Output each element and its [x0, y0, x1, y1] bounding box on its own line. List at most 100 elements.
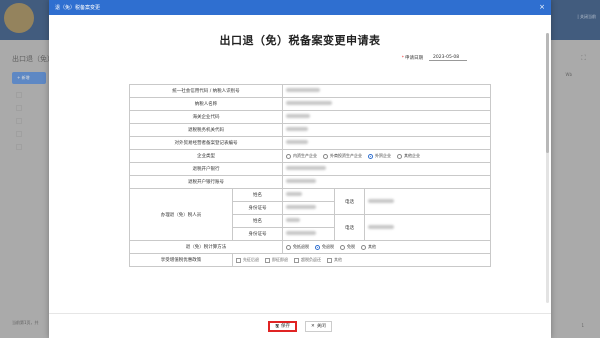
- save-button-label: 保存: [281, 324, 291, 329]
- checkbox-box: [294, 257, 299, 263]
- checkbox-box: [327, 257, 332, 263]
- handler-2-id-label: 身份证号: [232, 227, 283, 241]
- bank-account-label: 退税开户银行账号: [129, 175, 283, 189]
- calc-method-options: 免抵退税 免退税 免税 其他: [281, 240, 492, 254]
- table-row: 退税开户银行: [129, 162, 492, 176]
- incentive-checkbox-3[interactable]: 其他: [327, 257, 342, 263]
- radio-label: 其他: [368, 244, 376, 249]
- save-icon: 🖫: [275, 324, 280, 329]
- checkbox-label: 先征后退: [243, 257, 259, 262]
- incentive-checkbox-1[interactable]: 即征即退: [265, 257, 288, 263]
- customs-code-label: 海关企业代码: [129, 110, 283, 124]
- handler-1-id-label: 身份证号: [232, 201, 283, 215]
- table-row: 享受增值税优惠政策 先征后退 即征即退 超税负返还 其他: [129, 253, 492, 267]
- radio-circle: [340, 244, 345, 250]
- tax-authority-label: 退税税务机关代码: [129, 123, 283, 137]
- handler-1-id-value[interactable]: [282, 201, 335, 215]
- enterprise-type-radio-3[interactable]: 其他企业: [397, 153, 420, 159]
- handler-1-name-value[interactable]: [282, 188, 335, 202]
- bank-value[interactable]: [281, 162, 492, 176]
- handler-2-id-value[interactable]: [282, 227, 335, 241]
- radio-label: 内资生产企业: [293, 153, 317, 158]
- table-row: 对外贸易经营者备案登记表编号: [129, 136, 492, 150]
- calc-method-radio-3[interactable]: 其他: [361, 244, 376, 250]
- enterprise-type-options: 内资生产企业 外商投资生产企业 外贸企业 其他企业: [281, 149, 492, 163]
- pagination-page[interactable]: 1: [581, 323, 584, 328]
- calc-method-radio-1[interactable]: 免退税: [315, 244, 334, 250]
- radio-label: 其他企业: [404, 153, 420, 158]
- required-mark: *: [401, 55, 404, 61]
- radio-circle: [286, 153, 291, 159]
- tax-authority-value[interactable]: [281, 123, 492, 137]
- table-row: 纳税人名称: [129, 97, 492, 111]
- handler-1-phone-value[interactable]: [363, 188, 492, 215]
- radio-circle: [323, 153, 328, 159]
- pagination-info: 当前第1页，共: [12, 320, 39, 325]
- enterprise-type-radio-1[interactable]: 外商投资生产企业: [323, 153, 362, 159]
- taxpayer-name-value[interactable]: [281, 97, 492, 111]
- enterprise-type-radio-0[interactable]: 内资生产企业: [286, 153, 317, 159]
- foreign-trade-reg-value[interactable]: [281, 136, 492, 150]
- calc-method-label: 退（免）税计算方法: [129, 240, 283, 254]
- change-request-dialog: 退（免）税备案变更 × 出口退（免）税备案变更申请表 * 申请日期 2023-0…: [49, 0, 551, 338]
- incentive-checkbox-2[interactable]: 超税负返还: [294, 257, 321, 263]
- row-checkbox[interactable]: [16, 131, 22, 137]
- add-button[interactable]: + 新增: [12, 72, 46, 84]
- checkbox-label: 超税负返还: [301, 257, 321, 262]
- dialog-scrollbar[interactable]: [546, 33, 549, 303]
- row-checkboxes: [12, 92, 46, 157]
- radio-label: 免税: [347, 244, 355, 249]
- incentive-checkbox-0[interactable]: 先征后退: [236, 257, 259, 263]
- save-button[interactable]: 🖫 保存: [268, 320, 298, 332]
- handler-2-name-label: 姓名: [232, 214, 283, 228]
- handler-group-label: 办理退（免）税人员: [129, 188, 233, 241]
- calc-method-radio-0[interactable]: 免抵退税: [286, 244, 309, 250]
- checkbox-label: 即征即退: [272, 257, 288, 262]
- customs-code-value[interactable]: [281, 110, 492, 124]
- page-title: 出口退（免）: [12, 55, 54, 63]
- date-field[interactable]: 2023-05-08: [429, 55, 467, 61]
- table-row: 办理退（免）税人员 姓名 电话: [129, 188, 492, 241]
- close-button-label: 关闭: [316, 324, 326, 329]
- taxpayer-id-label: 统一社会信用代码 / 纳税人识别号: [129, 84, 283, 98]
- checkbox-box: [265, 257, 270, 263]
- handler-2-name-value[interactable]: [282, 214, 335, 228]
- dialog-body: 出口退（免）税备案变更申请表 * 申请日期 2023-05-08 统一社会信用代…: [49, 15, 551, 313]
- scrollbar-thumb[interactable]: [546, 33, 549, 153]
- table-row: 统一社会信用代码 / 纳税人识别号: [129, 84, 492, 98]
- dialog-header: 退（免）税备案变更 ×: [49, 0, 551, 15]
- close-current-link[interactable]: | 关闭当前: [577, 14, 596, 20]
- close-icon[interactable]: ×: [539, 4, 545, 11]
- close-icon: ✕: [311, 323, 315, 329]
- radio-circle: [361, 244, 366, 250]
- form-title: 出口退（免）税备案变更申请表: [219, 34, 381, 47]
- checkbox-label: 其他: [334, 257, 342, 262]
- handler-1-phone-label: 电话: [334, 188, 365, 215]
- row-checkbox[interactable]: [16, 105, 22, 111]
- row-checkbox[interactable]: [16, 144, 22, 150]
- table-row: 海关企业代码: [129, 110, 492, 124]
- bank-label: 退税开户银行: [129, 162, 283, 176]
- radio-label: 外商投资生产企业: [330, 153, 362, 158]
- tax-emblem-logo: [4, 3, 34, 33]
- change-form-table: 统一社会信用代码 / 纳税人识别号 纳税人名称 海关企业代码 退税税务机关代码 …: [129, 84, 492, 267]
- row-checkbox[interactable]: [16, 118, 22, 124]
- handler-2-phone-label: 电话: [334, 214, 365, 241]
- application-date-row: * 申请日期 2023-05-08: [402, 55, 467, 61]
- handler-2-phone-value[interactable]: [363, 214, 492, 241]
- toolbar-right-text[interactable]: Wb: [566, 72, 573, 77]
- table-row: 退税开户银行账号: [129, 175, 492, 189]
- bank-account-value[interactable]: [281, 175, 492, 189]
- close-button[interactable]: ✕ 关闭: [305, 320, 332, 332]
- expand-icon[interactable]: ⛶: [581, 54, 586, 63]
- row-checkbox[interactable]: [16, 92, 22, 98]
- date-label: 申请日期: [405, 56, 423, 61]
- dialog-title: 退（免）税备案变更: [55, 5, 101, 11]
- enterprise-type-label: 企业类型: [129, 149, 283, 163]
- radio-label: 免抵退税: [293, 244, 309, 249]
- taxpayer-id-value[interactable]: [281, 84, 492, 98]
- calc-method-radio-2[interactable]: 免税: [340, 244, 355, 250]
- enterprise-type-radio-2[interactable]: 外贸企业: [368, 153, 391, 159]
- radio-label: 外贸企业: [375, 153, 391, 158]
- table-row: 退税税务机关代码: [129, 123, 492, 137]
